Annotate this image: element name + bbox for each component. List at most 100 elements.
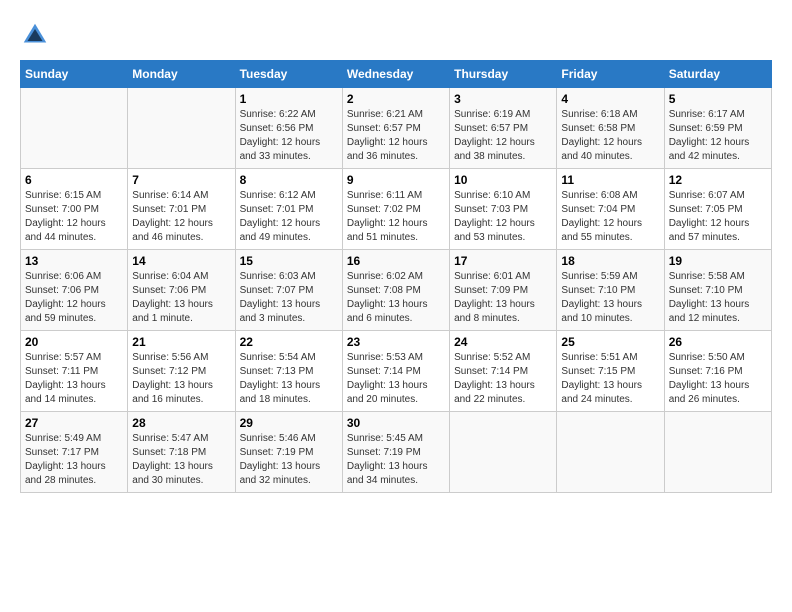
day-number: 23 [347, 335, 445, 349]
day-info: Sunrise: 6:17 AM Sunset: 6:59 PM Dayligh… [669, 108, 767, 164]
daylight-text: Daylight: 12 hours and 38 minutes. [454, 137, 535, 162]
sunset-text: Sunset: 6:57 PM [347, 123, 421, 134]
sunrise-text: Sunrise: 5:59 AM [561, 271, 637, 282]
daylight-text: Daylight: 13 hours and 30 minutes. [132, 461, 213, 486]
sunrise-text: Sunrise: 6:03 AM [240, 271, 316, 282]
day-number: 30 [347, 416, 445, 430]
sunrise-text: Sunrise: 5:51 AM [561, 352, 637, 363]
sunrise-text: Sunrise: 5:49 AM [25, 433, 101, 444]
sunrise-text: Sunrise: 5:54 AM [240, 352, 316, 363]
daylight-text: Daylight: 13 hours and 34 minutes. [347, 461, 428, 486]
sunset-text: Sunset: 6:56 PM [240, 123, 314, 134]
col-header-thursday: Thursday [450, 61, 557, 88]
daylight-text: Daylight: 13 hours and 16 minutes. [132, 380, 213, 405]
day-info: Sunrise: 5:59 AM Sunset: 7:10 PM Dayligh… [561, 270, 659, 326]
sunrise-text: Sunrise: 6:17 AM [669, 109, 745, 120]
calendar-cell: 27 Sunrise: 5:49 AM Sunset: 7:17 PM Dayl… [21, 412, 128, 493]
sunrise-text: Sunrise: 5:57 AM [25, 352, 101, 363]
calendar-cell: 20 Sunrise: 5:57 AM Sunset: 7:11 PM Dayl… [21, 331, 128, 412]
calendar-cell: 23 Sunrise: 5:53 AM Sunset: 7:14 PM Dayl… [342, 331, 449, 412]
col-header-sunday: Sunday [21, 61, 128, 88]
calendar-cell: 3 Sunrise: 6:19 AM Sunset: 6:57 PM Dayli… [450, 88, 557, 169]
day-info: Sunrise: 6:11 AM Sunset: 7:02 PM Dayligh… [347, 189, 445, 245]
sunset-text: Sunset: 7:14 PM [347, 366, 421, 377]
daylight-text: Daylight: 12 hours and 40 minutes. [561, 137, 642, 162]
sunrise-text: Sunrise: 6:19 AM [454, 109, 530, 120]
calendar-cell: 12 Sunrise: 6:07 AM Sunset: 7:05 PM Dayl… [664, 169, 771, 250]
day-info: Sunrise: 5:54 AM Sunset: 7:13 PM Dayligh… [240, 351, 338, 407]
sunrise-text: Sunrise: 5:53 AM [347, 352, 423, 363]
calendar-cell: 30 Sunrise: 5:45 AM Sunset: 7:19 PM Dayl… [342, 412, 449, 493]
day-info: Sunrise: 5:46 AM Sunset: 7:19 PM Dayligh… [240, 432, 338, 488]
calendar-cell [557, 412, 664, 493]
daylight-text: Daylight: 13 hours and 3 minutes. [240, 299, 321, 324]
calendar-cell: 19 Sunrise: 5:58 AM Sunset: 7:10 PM Dayl… [664, 250, 771, 331]
sunset-text: Sunset: 7:08 PM [347, 285, 421, 296]
sunset-text: Sunset: 6:58 PM [561, 123, 635, 134]
calendar-table: SundayMondayTuesdayWednesdayThursdayFrid… [20, 60, 772, 493]
calendar-cell: 14 Sunrise: 6:04 AM Sunset: 7:06 PM Dayl… [128, 250, 235, 331]
calendar-cell: 2 Sunrise: 6:21 AM Sunset: 6:57 PM Dayli… [342, 88, 449, 169]
sunrise-text: Sunrise: 6:15 AM [25, 190, 101, 201]
day-number: 7 [132, 173, 230, 187]
sunrise-text: Sunrise: 5:58 AM [669, 271, 745, 282]
daylight-text: Daylight: 13 hours and 14 minutes. [25, 380, 106, 405]
day-number: 13 [25, 254, 123, 268]
day-info: Sunrise: 6:19 AM Sunset: 6:57 PM Dayligh… [454, 108, 552, 164]
calendar-cell: 29 Sunrise: 5:46 AM Sunset: 7:19 PM Dayl… [235, 412, 342, 493]
calendar-cell: 4 Sunrise: 6:18 AM Sunset: 6:58 PM Dayli… [557, 88, 664, 169]
day-number: 6 [25, 173, 123, 187]
sunrise-text: Sunrise: 6:10 AM [454, 190, 530, 201]
sunrise-text: Sunrise: 5:52 AM [454, 352, 530, 363]
daylight-text: Daylight: 13 hours and 18 minutes. [240, 380, 321, 405]
sunrise-text: Sunrise: 6:07 AM [669, 190, 745, 201]
daylight-text: Daylight: 12 hours and 44 minutes. [25, 218, 106, 243]
day-info: Sunrise: 5:45 AM Sunset: 7:19 PM Dayligh… [347, 432, 445, 488]
sunset-text: Sunset: 7:02 PM [347, 204, 421, 215]
calendar-cell: 28 Sunrise: 5:47 AM Sunset: 7:18 PM Dayl… [128, 412, 235, 493]
daylight-text: Daylight: 13 hours and 32 minutes. [240, 461, 321, 486]
sunrise-text: Sunrise: 5:47 AM [132, 433, 208, 444]
calendar-cell [664, 412, 771, 493]
calendar-cell: 6 Sunrise: 6:15 AM Sunset: 7:00 PM Dayli… [21, 169, 128, 250]
day-number: 17 [454, 254, 552, 268]
calendar-cell: 21 Sunrise: 5:56 AM Sunset: 7:12 PM Dayl… [128, 331, 235, 412]
day-number: 22 [240, 335, 338, 349]
sunrise-text: Sunrise: 6:11 AM [347, 190, 422, 201]
day-number: 12 [669, 173, 767, 187]
sunrise-text: Sunrise: 5:56 AM [132, 352, 208, 363]
calendar-cell: 18 Sunrise: 5:59 AM Sunset: 7:10 PM Dayl… [557, 250, 664, 331]
calendar-cell: 24 Sunrise: 5:52 AM Sunset: 7:14 PM Dayl… [450, 331, 557, 412]
day-number: 20 [25, 335, 123, 349]
day-number: 21 [132, 335, 230, 349]
daylight-text: Daylight: 12 hours and 42 minutes. [669, 137, 750, 162]
sunset-text: Sunset: 7:14 PM [454, 366, 528, 377]
day-number: 16 [347, 254, 445, 268]
sunrise-text: Sunrise: 6:21 AM [347, 109, 423, 120]
sunrise-text: Sunrise: 6:12 AM [240, 190, 316, 201]
calendar-cell: 13 Sunrise: 6:06 AM Sunset: 7:06 PM Dayl… [21, 250, 128, 331]
col-header-monday: Monday [128, 61, 235, 88]
sunrise-text: Sunrise: 6:01 AM [454, 271, 530, 282]
logo-icon [20, 20, 50, 50]
sunset-text: Sunset: 7:06 PM [132, 285, 206, 296]
day-info: Sunrise: 6:12 AM Sunset: 7:01 PM Dayligh… [240, 189, 338, 245]
daylight-text: Daylight: 13 hours and 22 minutes. [454, 380, 535, 405]
day-info: Sunrise: 6:22 AM Sunset: 6:56 PM Dayligh… [240, 108, 338, 164]
day-info: Sunrise: 6:18 AM Sunset: 6:58 PM Dayligh… [561, 108, 659, 164]
day-number: 5 [669, 92, 767, 106]
day-number: 9 [347, 173, 445, 187]
sunset-text: Sunset: 7:03 PM [454, 204, 528, 215]
daylight-text: Daylight: 12 hours and 55 minutes. [561, 218, 642, 243]
day-number: 27 [25, 416, 123, 430]
daylight-text: Daylight: 12 hours and 33 minutes. [240, 137, 321, 162]
day-number: 15 [240, 254, 338, 268]
day-number: 11 [561, 173, 659, 187]
daylight-text: Daylight: 12 hours and 57 minutes. [669, 218, 750, 243]
sunset-text: Sunset: 7:04 PM [561, 204, 635, 215]
daylight-text: Daylight: 13 hours and 10 minutes. [561, 299, 642, 324]
sunset-text: Sunset: 7:18 PM [132, 447, 206, 458]
day-number: 18 [561, 254, 659, 268]
day-number: 24 [454, 335, 552, 349]
sunset-text: Sunset: 7:06 PM [25, 285, 99, 296]
